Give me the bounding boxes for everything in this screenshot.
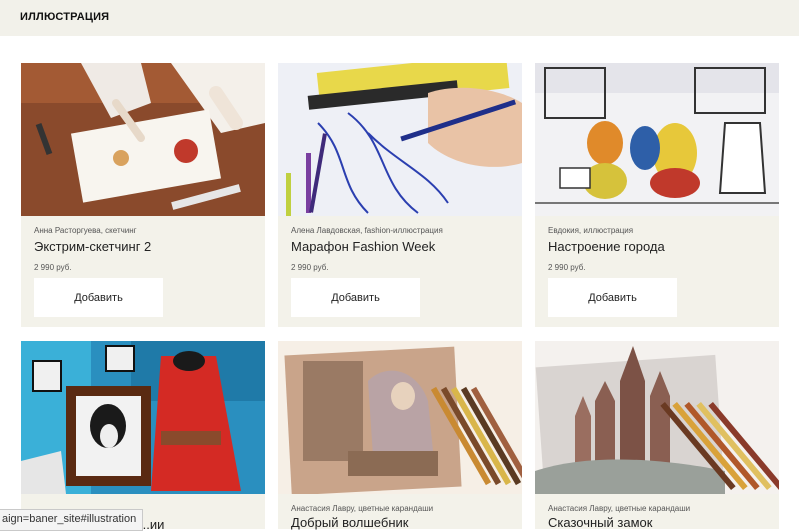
product-image[interactable]	[535, 341, 779, 494]
product-title[interactable]: Сказочный замок	[548, 515, 652, 530]
product-title[interactable]: Добрый волшебник	[291, 515, 408, 530]
product-card[interactable]: Анна Расторгуева, скетчинг Экстрим-скетч…	[21, 63, 265, 327]
product-card[interactable]: ...ии	[21, 341, 265, 532]
page-title: ИЛЛЮСТРАЦИЯ	[20, 11, 110, 23]
product-price: 2 990 руб.	[548, 263, 586, 272]
status-bar-url: aign=baner_site#illustration	[0, 509, 144, 531]
product-card[interactable]: Анастасия Лавру, цветные карандаши Сказо…	[535, 341, 779, 530]
product-author: Алена Лавдовская, fashion-иллюстрация	[291, 226, 443, 235]
product-card[interactable]: Алена Лавдовская, fashion-иллюстрация Ма…	[278, 63, 522, 327]
product-card[interactable]: Евдокия, иллюстрация Настроение города 2…	[535, 63, 779, 327]
product-author: Евдокия, иллюстрация	[548, 226, 634, 235]
add-to-cart-button[interactable]: Добавить	[34, 278, 163, 317]
product-author: Анастасия Лавру, цветные карандаши	[548, 504, 691, 513]
product-card[interactable]: Анастасия Лавру, цветные карандаши Добры…	[278, 341, 522, 530]
add-to-cart-button[interactable]: Добавить	[548, 278, 677, 317]
product-title[interactable]: Марафон Fashion Week	[291, 239, 435, 254]
product-author: Анна Расторгуева, скетчинг	[34, 226, 137, 235]
product-title[interactable]: Экстрим-скетчинг 2	[34, 239, 151, 254]
product-image[interactable]	[21, 341, 265, 494]
product-image[interactable]	[21, 63, 265, 216]
product-price: 2 990 руб.	[291, 263, 329, 272]
product-author: Анастасия Лавру, цветные карандаши	[291, 504, 434, 513]
product-image[interactable]	[278, 63, 522, 216]
category-header: ИЛЛЮСТРАЦИЯ	[0, 0, 799, 36]
product-image[interactable]	[278, 341, 522, 494]
product-price: 2 990 руб.	[34, 263, 72, 272]
product-title[interactable]: Настроение города	[548, 239, 665, 254]
product-image[interactable]	[535, 63, 779, 216]
add-to-cart-button[interactable]: Добавить	[291, 278, 420, 317]
